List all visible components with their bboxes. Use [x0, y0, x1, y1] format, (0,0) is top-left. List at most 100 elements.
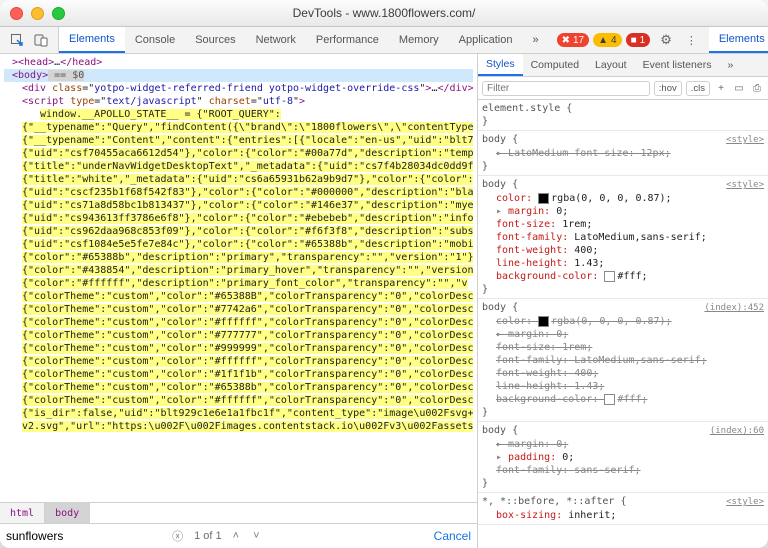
css-source-link[interactable]: (index):452 — [704, 302, 764, 315]
find-cancel-button[interactable]: Cancel — [434, 529, 471, 543]
side-tab-event-listeners[interactable]: Event listeners — [635, 54, 720, 76]
css-declaration[interactable]: box-sizing: inherit; — [482, 509, 764, 522]
dom-line[interactable]: window.__APOLLO_STATE__ = {"ROOT_QUERY": — [4, 108, 473, 121]
css-declaration[interactable]: ▸ margin: 0; — [482, 438, 764, 451]
side-tab-layout[interactable]: Layout — [587, 54, 635, 76]
side-tab-computed[interactable]: Computed — [523, 54, 587, 76]
dom-line[interactable]: <div class="yotpo-widget-referred-friend… — [4, 82, 473, 95]
dom-line[interactable]: {"uid":"csf70455aca6612d54"},"color":{"c… — [4, 147, 473, 160]
crumb-body[interactable]: body — [45, 503, 90, 523]
css-declaration[interactable]: ▸ padding: 0; — [482, 451, 764, 464]
css-selector[interactable]: body { — [482, 301, 518, 314]
css-declaration[interactable]: font-family: LatoMedium,sans-serif; — [482, 354, 764, 367]
css-declaration[interactable]: color: rgba(0, 0, 0, 0.87); — [482, 315, 764, 328]
dom-line[interactable]: <body> == $0 — [4, 69, 473, 82]
css-declaration[interactable]: background-color: #fff; — [482, 270, 764, 283]
css-declaration[interactable]: font-size: 1rem; — [482, 218, 764, 231]
dom-line[interactable]: {"uid":"cs962daa968c853f09"},"color":{"c… — [4, 225, 473, 238]
css-declaration[interactable]: line-height: 1.43; — [482, 257, 764, 270]
kebab-menu-icon[interactable]: ⋮ — [682, 34, 701, 47]
dom-line[interactable]: {"colorTheme":"custom","color":"#1f1f1b"… — [4, 368, 473, 381]
dom-line[interactable]: {"colorTheme":"custom","color":"#ffffff"… — [4, 394, 473, 407]
css-declaration[interactable]: font-size: 1rem; — [482, 341, 764, 354]
dom-line[interactable]: {"__typename":"Query","findContent({\"br… — [4, 121, 473, 134]
dom-line[interactable]: v2.svg","url":"https:\u002F\u002Fimages.… — [4, 420, 473, 433]
css-declaration[interactable]: background-color: #fff; — [482, 393, 764, 406]
css-declaration[interactable]: font-family: LatoMedium,sans-serif; — [482, 231, 764, 244]
hov-toggle[interactable]: :hov — [654, 81, 682, 96]
clear-search-icon[interactable]: ⓧ — [169, 528, 186, 544]
css-selector[interactable]: body { — [482, 424, 518, 437]
dom-line[interactable]: {"color":"#ffffff","description":"primar… — [4, 277, 473, 290]
css-rule[interactable]: element.style {} — [478, 100, 768, 131]
dom-line[interactable]: {"colorTheme":"custom","color":"#999999"… — [4, 342, 473, 355]
tab-memory[interactable]: Memory — [389, 27, 449, 53]
css-declaration[interactable]: ▸ margin: 0; — [482, 205, 764, 218]
issues-badge[interactable]: ■ 1 — [626, 33, 651, 47]
css-rule[interactable]: body { <style>color: rgba(0, 0, 0, 0.87);… — [478, 176, 768, 299]
rendering-icon[interactable]: ⎙ — [750, 81, 764, 95]
css-selector[interactable]: element.style { — [482, 102, 572, 115]
dom-line[interactable]: {"colorTheme":"custom","color":"#ffffff"… — [4, 316, 473, 329]
tab-elements[interactable]: Elements — [709, 27, 768, 53]
css-selector[interactable]: *, *::before, *::after { — [482, 495, 627, 508]
computed-toggle-icon[interactable]: ▭ — [732, 81, 746, 95]
css-declaration[interactable]: ▸ LatoMedium font size: 12px; — [482, 147, 764, 160]
minimize-window-icon[interactable] — [31, 7, 44, 20]
css-rule[interactable]: body { <style>▸ LatoMedium font size: 12p… — [478, 131, 768, 176]
css-rule[interactable]: *, *::before, *::after {<style>box-sizin… — [478, 493, 768, 525]
dom-line[interactable]: {"uid":"cs71a8d58bc1b813437"},"color":{"… — [4, 199, 473, 212]
find-input[interactable] — [6, 527, 161, 545]
dom-line[interactable]: {"__typename":"Content","content":{"entr… — [4, 134, 473, 147]
css-declaration[interactable]: font-weight: 400; — [482, 367, 764, 380]
dom-line[interactable]: {"color":"#438854","description":"primar… — [4, 264, 473, 277]
device-toolbar-icon[interactable] — [34, 33, 48, 47]
dom-line[interactable]: ><head>…</head> — [4, 56, 473, 69]
css-declaration[interactable]: font-weight: 400; — [482, 244, 764, 257]
cls-toggle[interactable]: .cls — [686, 81, 710, 96]
zoom-window-icon[interactable] — [52, 7, 65, 20]
tab-performance[interactable]: Performance — [306, 27, 389, 53]
dom-line[interactable]: {"uid":"cscf235b1f68f542f83"},"color":{"… — [4, 186, 473, 199]
css-declaration[interactable]: ▸ margin: 0; — [482, 328, 764, 341]
tab-application[interactable]: Application — [449, 27, 523, 53]
dom-line[interactable]: <script type="text/javascript" charset="… — [4, 95, 473, 108]
dom-tree[interactable]: ><head>…</head><body> == $0<div class="y… — [0, 54, 477, 502]
css-declaration[interactable]: line-height: 1.43; — [482, 380, 764, 393]
dom-line[interactable]: {"is_dir":false,"uid":"blt929c1e6e1a1fbc… — [4, 407, 473, 420]
css-selector[interactable]: body { — [482, 178, 518, 191]
crumb-html[interactable]: html — [0, 503, 45, 523]
close-window-icon[interactable] — [10, 7, 23, 20]
dom-line[interactable]: {"title":"underNavWidgetDesktopText","_m… — [4, 160, 473, 173]
dom-line[interactable]: {"colorTheme":"custom","color":"#65388b"… — [4, 381, 473, 394]
css-source-link[interactable]: <style> — [726, 134, 764, 147]
dom-line[interactable]: {"color":"#65388b","description":"primar… — [4, 251, 473, 264]
css-selector[interactable]: body { — [482, 133, 518, 146]
dom-line[interactable]: {"colorTheme":"custom","color":"#ffffff"… — [4, 355, 473, 368]
dom-line[interactable]: {"colorTheme":"custom","color":"#65388B"… — [4, 290, 473, 303]
dom-line[interactable]: {"colorTheme":"custom","color":"#777777"… — [4, 329, 473, 342]
side-tab-styles[interactable]: Styles — [478, 54, 523, 76]
more-tabs-icon[interactable]: » — [522, 27, 548, 53]
styles-filter-input[interactable] — [482, 81, 650, 96]
error-badge[interactable]: ✖ 17 — [557, 33, 590, 47]
tab-sources[interactable]: Sources — [185, 27, 245, 53]
dom-line[interactable]: {"uid":"cs943613ff3786e6f8"},"color":{"c… — [4, 212, 473, 225]
styles-rules[interactable]: element.style {}body {<style>▸ LatoMediu… — [478, 100, 768, 548]
new-style-rule-icon[interactable]: + — [714, 81, 728, 95]
css-rule[interactable]: body { (index):452color: rgba(0, 0, 0, 0.… — [478, 299, 768, 422]
tab-console[interactable]: Console — [125, 27, 185, 53]
dom-line[interactable]: {"colorTheme":"custom","color":"#7742a6"… — [4, 303, 473, 316]
find-prev-icon[interactable]: ˄ — [230, 530, 242, 542]
css-source-link[interactable]: (index):60 — [710, 425, 764, 438]
side-more-icon[interactable]: » — [719, 54, 741, 76]
find-next-icon[interactable]: ˅ — [250, 530, 262, 542]
tab-network[interactable]: Network — [246, 27, 306, 53]
css-rule[interactable]: body { (index):60▸ margin: 0;▸ padding: 0… — [478, 422, 768, 493]
dom-line[interactable]: {"uid":"csf1084e5e5fe7e84c"},"color":{"c… — [4, 238, 473, 251]
tab-elements[interactable]: Elements — [59, 27, 125, 53]
warning-badge[interactable]: ▲ 4 — [593, 33, 621, 47]
css-declaration[interactable]: color: rgba(0, 0, 0, 0.87); — [482, 192, 764, 205]
css-source-link[interactable]: <style> — [726, 179, 764, 192]
inspect-icon[interactable] — [10, 33, 24, 47]
